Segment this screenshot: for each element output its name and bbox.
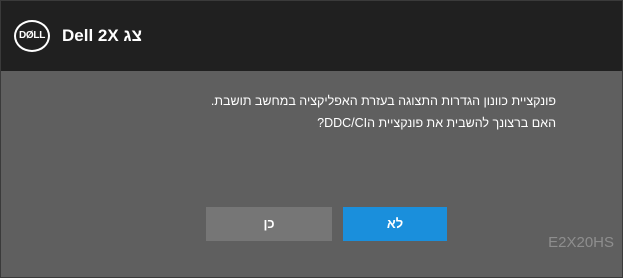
title-bar: DØLL Dell 2X צג xyxy=(1,1,622,71)
yes-button[interactable]: כן xyxy=(206,207,332,241)
model-name: E2X20HS xyxy=(548,234,614,251)
osd-dialog: DØLL Dell 2X צג פונקציית כוונון הגדרות ה… xyxy=(0,0,623,278)
page-title: Dell 2X צג xyxy=(62,26,142,45)
dell-logo: DØLL xyxy=(14,20,50,52)
dialog-message: פונקציית כוונון הגדרות התצוגה בעזרת האפל… xyxy=(86,90,556,134)
message-line-2: האם ברצונך להשבית את פונקציית הDDC/CI? xyxy=(317,116,556,130)
no-button[interactable]: לא xyxy=(343,207,447,241)
message-line-1: פונקציית כוונון הגדרות התצוגה בעזרת האפל… xyxy=(210,94,556,108)
